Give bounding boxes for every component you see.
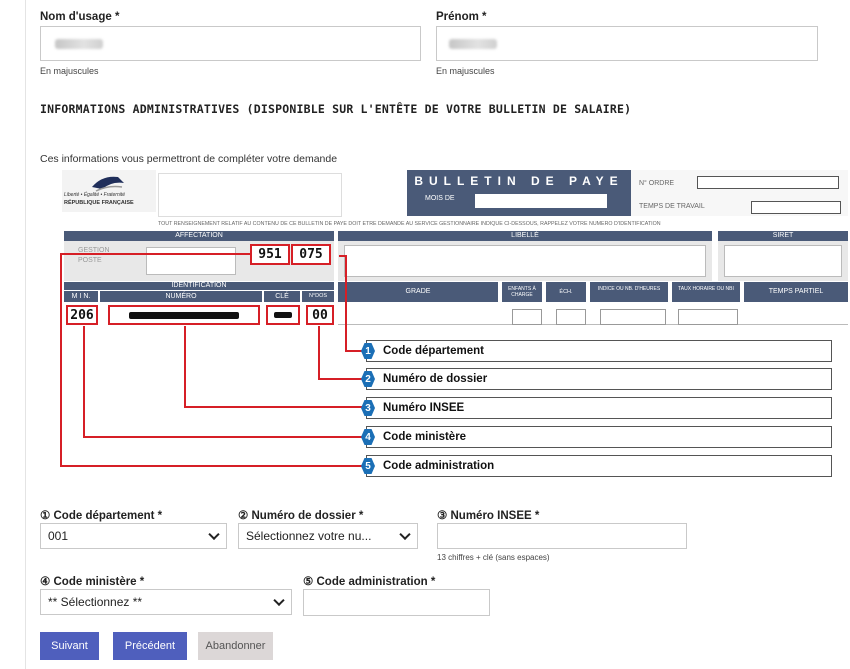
insee-redaction	[129, 311, 239, 319]
republique-logo: Liberté • Égalité • Fraternité RÉPUBLIQU…	[62, 170, 156, 212]
affectation-header: AFFECTATION	[64, 231, 334, 241]
callout-label-5: Code administration	[383, 460, 495, 472]
cle-redaction	[274, 312, 292, 318]
callout-code-departement: 1 Code département	[361, 340, 832, 362]
code-departement-value: 001	[48, 529, 69, 543]
abandonner-button[interactable]: Abandonner	[198, 632, 273, 660]
callout-number-1: 1	[361, 343, 375, 359]
section-title: INFORMATIONS ADMINISTRATIVES (DISPONIBLE…	[40, 102, 632, 116]
prenom-redacted-value	[449, 39, 497, 49]
libelle-box	[344, 245, 706, 277]
nom-hint: En majuscules	[40, 66, 99, 76]
callout-numero-insee: 3 Numéro INSEE	[361, 397, 832, 419]
ndos-header: N°DOS	[302, 291, 334, 302]
nom-input[interactable]	[40, 26, 421, 61]
connector-4-horizontal	[83, 436, 366, 438]
siret-area	[718, 241, 848, 281]
code-ministere-label: ④ Code ministère *	[40, 576, 145, 588]
callout-number-2: 2	[361, 371, 375, 387]
libelle-header: LIBELLÉ	[338, 231, 712, 241]
payslip-cle	[266, 305, 300, 325]
libelle-area	[338, 241, 712, 281]
siret-box	[724, 245, 842, 277]
connector-5-horizontal	[60, 465, 366, 467]
grade-values-row	[338, 305, 848, 325]
callout-numero-dossier: 2 Numéro de dossier	[361, 368, 832, 390]
indice-header: INDICE OU NB. D'HEURES	[590, 282, 668, 302]
callout-number-3: 3	[361, 400, 375, 416]
temps-partiel-header: TEMPS PARTIEL	[744, 282, 848, 302]
section-description: Ces informations vous permettront de com…	[40, 153, 338, 165]
connector-3-vertical	[184, 326, 186, 408]
numero-dossier-value: Sélectionnez votre nu...	[246, 529, 372, 543]
siret-header: SIRET	[718, 231, 848, 241]
prenom-hint: En majuscules	[436, 66, 495, 76]
code-administration-label: ⑤ Code administration *	[303, 576, 436, 588]
temps-travail-box	[751, 201, 841, 214]
payslip-n-dos: 00	[306, 305, 334, 325]
nom-redacted-value	[55, 39, 103, 49]
chevron-down-icon	[399, 528, 411, 541]
code-ministere-select[interactable]: ** Sélectionnez **	[40, 589, 292, 615]
payslip-code-ministere: 206	[66, 305, 98, 325]
payslip-meta: N° ORDRE TEMPS DE TRAVAIL	[631, 170, 848, 216]
cle-header: CLÉ	[264, 291, 300, 302]
callout-label-2: Numéro de dossier	[383, 373, 488, 385]
prenom-input[interactable]	[436, 26, 818, 61]
ech-box	[556, 309, 586, 325]
suivant-button[interactable]: Suivant	[40, 632, 99, 660]
callout-number-4: 4	[361, 429, 375, 445]
callout-code-ministere: 4 Code ministère	[361, 426, 832, 448]
taux-header: TAUX HORAIRE OU NBI	[672, 282, 740, 302]
payslip-numero-insee	[108, 305, 260, 325]
numero-dossier-select[interactable]: Sélectionnez votre nu...	[238, 523, 418, 549]
chevron-down-icon	[208, 528, 220, 541]
payslip-title-bar: BULLETIN DE PAYE MOIS DE	[407, 170, 631, 216]
connector-2-vertical	[318, 326, 320, 380]
code-ministere-value: ** Sélectionnez **	[48, 595, 143, 609]
left-border	[25, 0, 26, 669]
callout-label-4: Code ministère	[383, 431, 467, 443]
code-departement-select[interactable]: 001	[40, 523, 227, 549]
enfants-box	[512, 309, 542, 325]
marianne-icon	[92, 176, 124, 192]
numero-insee-hint: 13 chiffres + clé (sans espaces)	[437, 553, 550, 562]
min-header: M I N.	[64, 291, 98, 302]
enfants-header: ENFANTS À CHARGE	[502, 282, 542, 302]
taux-box	[678, 309, 738, 325]
grade-header: GRADE	[338, 282, 498, 302]
mois-de-box	[475, 194, 607, 208]
numero-insee-label: ③ Numéro INSEE *	[437, 510, 540, 522]
payslip-numero-dossier: 075	[291, 244, 331, 265]
connector-3-horizontal	[184, 406, 366, 408]
n-ordre-box	[697, 176, 839, 189]
chevron-down-icon	[273, 594, 285, 607]
identification-header: IDENTIFICATION	[64, 282, 334, 290]
employer-box	[158, 173, 342, 217]
connector-1-vertical	[345, 255, 347, 352]
payslip-illustration: Liberté • Égalité • Fraternité RÉPUBLIQU…	[62, 170, 848, 325]
numero-dossier-label: ② Numéro de dossier *	[238, 510, 364, 522]
connector-5-top	[60, 253, 250, 255]
numero-insee-input[interactable]	[437, 523, 687, 549]
code-administration-input[interactable]	[303, 589, 490, 616]
precedent-button[interactable]: Précédent	[113, 632, 187, 660]
connector-5-vertical	[60, 253, 62, 467]
prenom-label: Prénom *	[436, 11, 487, 23]
nom-label: Nom d'usage *	[40, 11, 120, 23]
ech-header: ÉCH.	[546, 282, 586, 302]
callout-label-1: Code département	[383, 345, 484, 357]
callout-number-5: 5	[361, 458, 375, 474]
code-departement-label: ① Code département *	[40, 510, 163, 522]
numero-header: NUMÉRO	[100, 291, 262, 302]
connector-4-vertical	[83, 326, 85, 438]
gestion-box	[146, 247, 236, 275]
connector-2-horizontal	[318, 378, 366, 380]
indice-box	[600, 309, 666, 325]
payslip-code-departement: 951	[250, 244, 290, 265]
callout-code-administration: 5 Code administration	[361, 455, 832, 477]
callout-label-3: Numéro INSEE	[383, 402, 465, 414]
payslip-notice: TOUT RENSEIGNEMENT RELATIF AU CONTENU DE…	[158, 221, 661, 227]
